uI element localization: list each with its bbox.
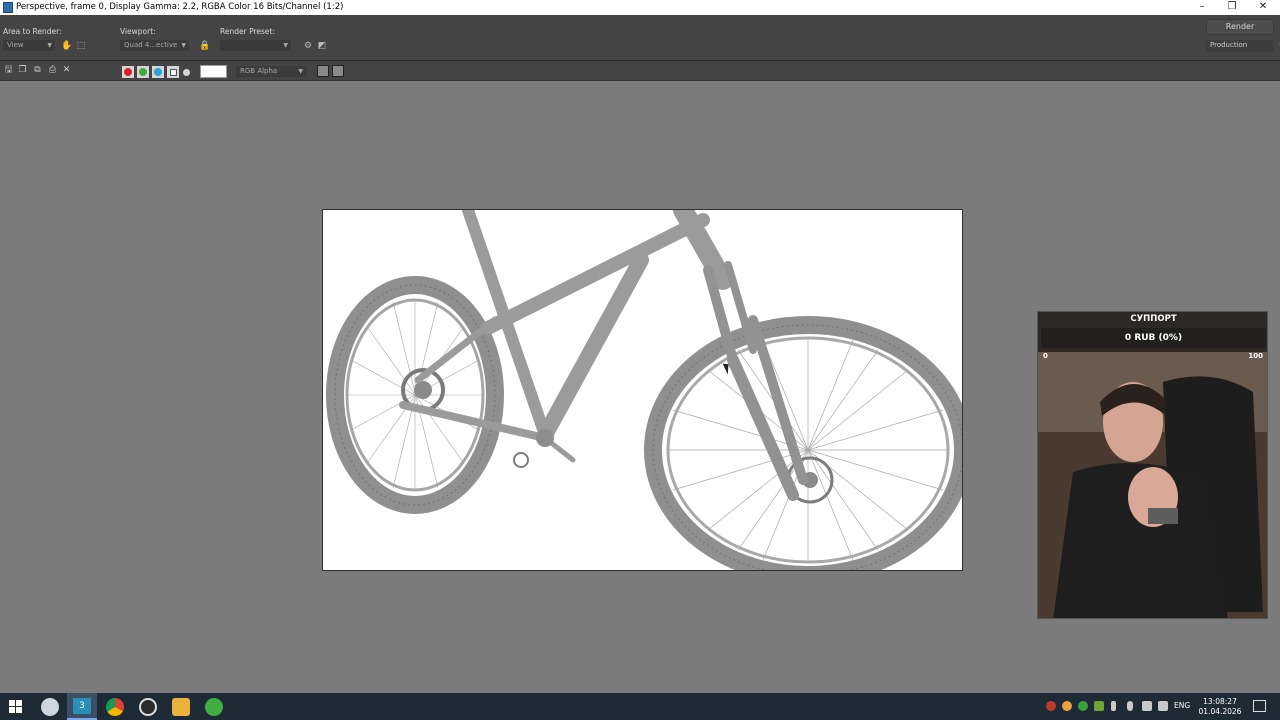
display-overlay-icon[interactable] [332,65,344,77]
production-value: Production [1210,41,1248,49]
front-wheel [644,316,962,570]
viewport-dropdown[interactable]: Quad 4...ective ▼ [120,40,189,51]
chrome-icon[interactable] [106,698,124,716]
clock-date[interactable]: 01.04.2026 [1198,707,1242,717]
suspension-fork [703,261,808,501]
volume-icon[interactable] [1158,701,1168,711]
3dsmax-icon: 3 [73,698,91,714]
toggle-ui-icon[interactable] [317,65,329,77]
copy-image-icon[interactable]: ❐ [17,65,28,76]
chevron-down-icon: ▼ [47,42,52,49]
taskbar-3dsmax-active[interactable]: 3 [67,693,97,720]
render-controls-panel: Area to Render: View ▼ ✋ ⬚ Viewport: Quad… [0,15,1280,61]
render-preset-dropdown[interactable]: ▼ [220,40,291,51]
language-indicator[interactable]: ENG [1174,701,1190,711]
tray-chrome-icon[interactable] [1062,701,1072,711]
green-channel-toggle[interactable] [137,66,149,78]
rendered-image-frame [322,209,963,571]
red-channel-toggle[interactable] [122,66,134,78]
region-select-icon[interactable]: ⬚ [75,40,87,52]
support-title: СУППОРТ [1038,312,1267,326]
windows-taskbar: 3 ENG 13:08:27 01.04.2026 [0,693,1280,720]
area-to-render-label: Area to Render: [3,27,62,36]
close-button[interactable]: ✕ [1248,0,1278,15]
blue-channel-toggle[interactable] [152,66,164,78]
chevron-down-icon: ▼ [283,42,288,49]
chainring [513,452,529,468]
notifications-icon[interactable] [1253,700,1266,712]
3dsmax-app-icon [3,2,13,13]
production-dropdown[interactable]: Production▼ [1206,40,1280,52]
lock-icon[interactable]: 🔒 [199,40,211,52]
tray-usb-icon[interactable] [1111,701,1116,711]
bicycle-render [326,210,962,570]
alpha-channel-toggle[interactable] [167,66,179,78]
windows-start-icon[interactable] [9,700,22,713]
network-icon[interactable] [1142,701,1152,711]
render-button[interactable]: Render [1206,19,1274,35]
obs-icon[interactable] [139,698,157,716]
tray-torrent-icon[interactable] [1078,701,1088,711]
minimize-button[interactable]: – [1187,0,1217,15]
progress-max-label: 100 [1248,352,1263,360]
restore-button[interactable]: ❐ [1217,0,1247,15]
red-channel-icon [124,68,132,76]
area-to-render-dropdown[interactable]: View ▼ [3,40,55,51]
alpha-channel-icon [170,69,177,76]
donation-progress-text: 0 RUB (0%) [1124,333,1183,343]
clear-icon[interactable]: ✕ [61,65,72,76]
save-image-icon[interactable]: 🖫 [3,65,14,76]
environment-icon[interactable]: ◩ [316,40,328,52]
bike-frame [399,210,733,463]
window-title: Perspective, frame 0, Display Gamma: 2.2… [16,2,344,12]
tray-app-icon[interactable] [1046,701,1056,711]
print-icon[interactable]: ⎙ [47,65,58,76]
green-channel-icon [139,68,147,76]
chevron-down-icon: ▼ [181,42,186,49]
webcam-image [1038,312,1267,618]
hand-pan-icon[interactable]: ✋ [61,40,73,52]
microphone-icon[interactable] [1127,701,1133,711]
monochrome-icon[interactable] [183,69,190,76]
viewport-value: Quad 4...ective [124,41,178,49]
channel-display-value: RGB Alpha [240,67,278,75]
render-setup-icon[interactable]: ⚙ [302,40,314,52]
blue-channel-icon [154,68,162,76]
folder-icon[interactable] [172,698,190,716]
donation-progress-bar: 0 RUB (0%) [1041,328,1266,348]
channel-display-dropdown[interactable]: RGB Alpha ▼ [236,66,306,77]
torrent-icon[interactable] [205,698,223,716]
viewport-label: Viewport: [120,27,156,36]
clock-time[interactable]: 13:08:27 [1198,697,1242,707]
title-bar: Perspective, frame 0, Display Gamma: 2.2… [0,0,1280,15]
area-to-render-value: View [7,41,24,49]
stream-webcam-overlay: СУППОРТ 0 RUB (0%) 0 100 [1037,311,1268,619]
color-swatch[interactable] [200,65,227,78]
render-preset-label: Render Preset: [220,27,275,36]
crank [536,429,554,447]
clone-window-icon[interactable]: ⧉ [32,65,43,76]
tray-nvidia-icon[interactable] [1094,701,1104,711]
task-view-icon[interactable] [41,698,59,716]
rear-wheel [326,276,504,514]
frame-buffer-toolbar: 🖫 ❐ ⧉ ⎙ ✕ RGB Alpha ▼ [0,61,1280,81]
progress-min-label: 0 [1043,352,1048,360]
chevron-down-icon: ▼ [298,68,303,75]
